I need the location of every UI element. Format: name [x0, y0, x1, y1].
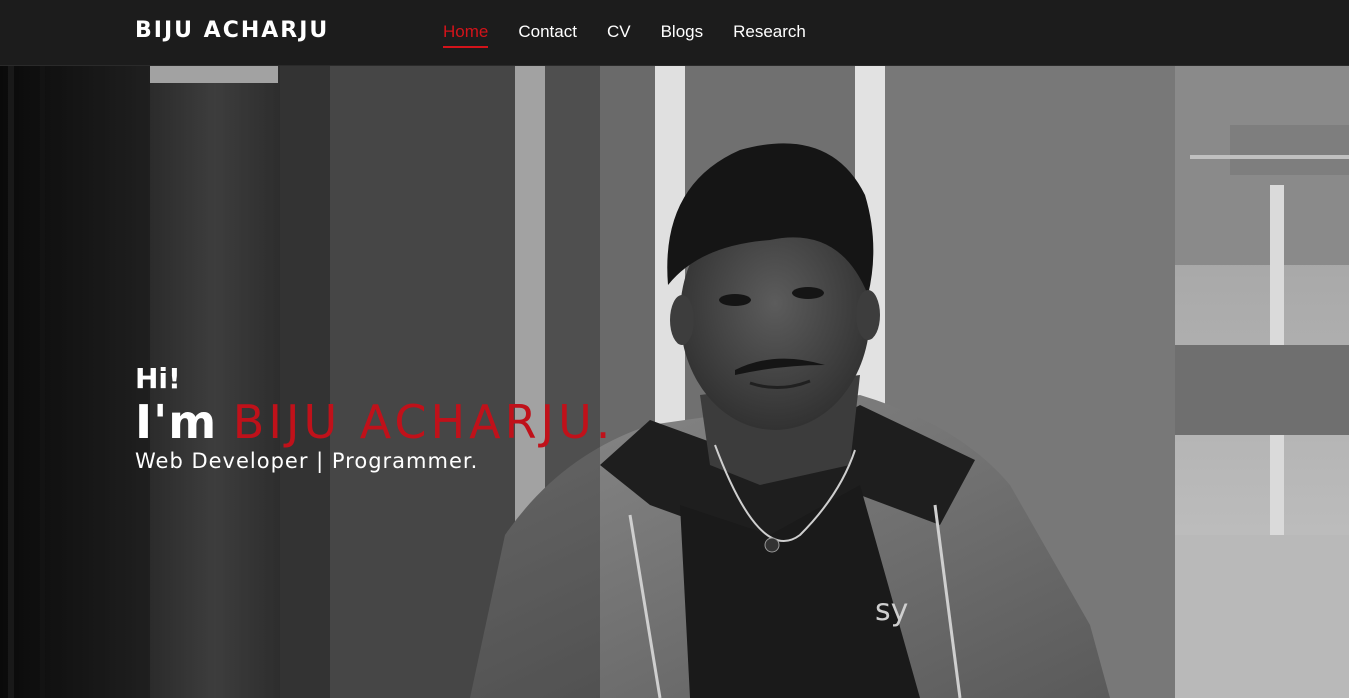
nav-link-cv[interactable]: CV: [607, 22, 631, 48]
nav-link-research[interactable]: Research: [733, 22, 806, 48]
hero-text-block: Hi! I'm BIJU ACHARJU. Web Developer | Pr…: [135, 362, 614, 474]
top-navbar: BIJU ACHARJU Home Contact CV Blogs Resea…: [0, 0, 1349, 66]
nav-link-home[interactable]: Home: [443, 22, 489, 48]
hero-greeting: Hi!: [135, 362, 181, 395]
hero-intro: I'm BIJU ACHARJU.: [135, 396, 614, 448]
brand-logo[interactable]: BIJU ACHARJU: [135, 18, 329, 43]
nav-menu: Home Contact CV Blogs Research: [443, 22, 806, 48]
nav-link-blogs[interactable]: Blogs: [661, 22, 704, 48]
hero-role: Web Developer | Programmer.: [135, 449, 479, 473]
shirt-logo-text: sy: [875, 593, 908, 628]
hero-name: BIJU ACHARJU.: [232, 395, 615, 449]
hero-section: sy Hi! I'm BIJU ACHARJU. Web Developer |…: [0, 65, 1349, 698]
nav-link-contact[interactable]: Contact: [518, 22, 577, 48]
hero-intro-prefix: I'm: [135, 395, 218, 449]
